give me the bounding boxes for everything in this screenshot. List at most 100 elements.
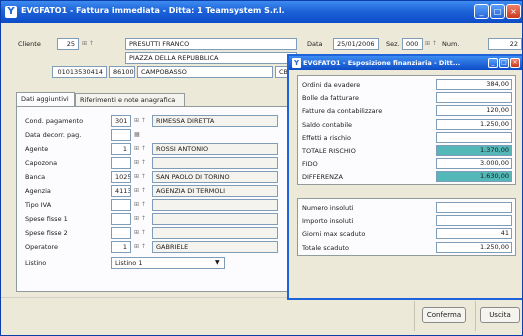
uscita-button[interactable]: Uscita: [480, 307, 520, 323]
lookup-icon[interactable]: ⊞ ↑: [134, 143, 146, 155]
desc-field-agente: ROSSI ANTONIO: [152, 143, 278, 155]
code-field-spese-fisse-1[interactable]: [111, 213, 131, 225]
city-field[interactable]: CAMPOBASSO: [137, 66, 273, 78]
calendar-icon[interactable]: ▦: [134, 129, 140, 141]
tab-dati-aggiuntivi[interactable]: Dati aggiuntivi: [16, 92, 75, 106]
row-bolle-da-fatturare: Bolle da fatturare: [298, 92, 515, 104]
label-fido: FIDO: [302, 160, 318, 169]
address-field[interactable]: PIAZZA DELLA REPUBBLICA: [125, 52, 297, 64]
popup-logo-icon: Y: [292, 58, 301, 68]
tab-riferimenti-note[interactable]: Riferimenti e note anagrafica: [75, 93, 185, 106]
data-label: Data: [307, 40, 323, 48]
value-saldo-contabile: 1.250,00: [436, 118, 512, 130]
label-importo-insoluti: Importo insoluti: [302, 217, 354, 226]
close-icon[interactable]: ×: [506, 4, 521, 19]
cliente-name-field[interactable]: PRESUTTI FRANCO: [125, 38, 297, 50]
label-giorni-max-scaduto: Giorni max scaduto: [302, 230, 366, 239]
numero-field[interactable]: 22: [488, 38, 522, 50]
minimize-icon[interactable]: _: [474, 4, 489, 19]
lookup-icon[interactable]: ⊞ ↑: [134, 157, 146, 169]
row-fido: FIDO 3.000,00: [298, 158, 515, 170]
desc-field-spese-fisse-1: [152, 213, 278, 225]
numero-label: Num.: [442, 40, 460, 48]
desc-field-banca: SAN PAOLO DI TORINO: [152, 171, 278, 183]
desc-field-agenzia: AGENZIA DI TERMOLI: [152, 185, 278, 197]
listino-select[interactable]: Listino 1: [111, 257, 225, 269]
esposizione-finanziaria-dialog: EVGFATO1 - Esposizione finanziaria - Dit…: [287, 54, 522, 300]
row-fatture-da-contabilizzare: Fatture da contabilizzare 120,00: [298, 105, 515, 117]
value-importo-insoluti: [436, 215, 512, 227]
lookup-icon[interactable]: ⊞ ↑: [134, 213, 146, 225]
label-cond-pagamento: Cond. pagamento: [25, 117, 84, 125]
value-numero-insoluti: [436, 202, 512, 213]
code-field-cond-pagamento[interactable]: 301: [111, 115, 131, 127]
row-differenza: DIFFERENZA 1.630,00: [298, 171, 515, 183]
main-window: Y EVGFATO1 - Fattura immediata - Ditta: …: [0, 0, 523, 336]
label-totale-scaduto: Totale scaduto: [302, 243, 349, 252]
label-totale-rischio: TOTALE RISCHIO: [302, 147, 356, 155]
label-ordini-da-evadere: Ordini da evadere: [302, 81, 361, 89]
code-field-operatore[interactable]: 1: [111, 241, 131, 253]
value-totale-rischio: 1.370,00: [436, 145, 512, 156]
label-spese-fisse-2: Spese fisse 2: [25, 229, 68, 237]
lookup-icon[interactable]: ⊞ ↑: [134, 115, 146, 127]
cliente-code-field[interactable]: 25: [57, 38, 79, 50]
label-operatore: Operatore: [25, 243, 58, 251]
sezione-field[interactable]: 000: [402, 38, 423, 50]
window-title: EVGFATO1 - Fattura immediata - Ditta: 1 …: [21, 6, 285, 15]
label-saldo-contabile: Saldo contabile: [302, 120, 353, 129]
code-field-capozona[interactable]: [111, 157, 131, 169]
value-differenza: 1.630,00: [436, 171, 512, 183]
row-giorni-max-scaduto: Giorni max scaduto 41: [298, 228, 515, 240]
sezione-label: Sez.: [386, 40, 400, 48]
insoluti-group: Numero insoluti Importo insoluti Giorni ma…: [297, 198, 516, 256]
label-differenza: DIFFERENZA: [302, 173, 343, 182]
maximize-icon[interactable]: □: [490, 4, 505, 19]
value-giorni-max-scaduto: 41: [436, 228, 512, 240]
popup-maximize-icon[interactable]: □: [499, 58, 509, 68]
title-bar: Y EVGFATO1 - Fattura immediata - Ditta: …: [1, 1, 522, 23]
lookup-icon[interactable]: ⊞ ↑: [134, 171, 146, 183]
value-ordini-da-evadere: 384,00: [436, 79, 512, 90]
divider: [475, 301, 476, 331]
code-field-spese-fisse-2[interactable]: [111, 227, 131, 239]
label-bolle-da-fatturare: Bolle da fatturare: [302, 94, 359, 103]
lookup-icon[interactable]: ⊞ ↑: [134, 185, 146, 197]
value-fatture-da-contabilizzare: 120,00: [436, 105, 512, 117]
label-spese-fisse-1: Spese fisse 1: [25, 215, 68, 223]
row-totale-rischio: TOTALE RISCHIO 1.370,00: [298, 145, 515, 157]
label-data-decorr-pag: Data decorr. pag.: [25, 131, 82, 139]
code-field-agente[interactable]: 1: [111, 143, 131, 155]
divider: [414, 301, 415, 331]
label-fatture-da-contabilizzare: Fatture da contabilizzare: [302, 107, 383, 116]
listino-value: Listino 1: [115, 259, 143, 267]
desc-field-spese-fisse-2: [152, 227, 278, 239]
cap-field[interactable]: 86100: [109, 66, 135, 78]
label-banca: Banca: [25, 173, 46, 181]
code-field-tipo-iva[interactable]: [111, 199, 131, 211]
popup-minimize-icon[interactable]: _: [488, 58, 498, 68]
label-effetti-a-rischio: Effetti a rischio: [302, 133, 351, 142]
listino-label: Listino: [25, 259, 47, 267]
label-capozona: Capozona: [25, 159, 58, 167]
cliente-label: Cliente: [18, 40, 41, 48]
chevron-down-icon[interactable]: ▼: [215, 259, 220, 266]
lookup-icon[interactable]: ⊞ ↑: [425, 38, 437, 50]
popup-close-icon[interactable]: ×: [510, 58, 520, 68]
piva-field[interactable]: 01013530414: [52, 66, 107, 78]
conferma-button[interactable]: Conferma: [422, 307, 466, 323]
code-field-data-decorr-pag[interactable]: [111, 129, 131, 141]
label-tipo-iva: Tipo IVA: [25, 201, 52, 209]
exposure-summary-group: Ordini da evadere 384,00 Bolle da fatturar…: [297, 75, 516, 185]
row-totale-scaduto: Totale scaduto 1.250,00: [298, 241, 515, 254]
lookup-icon[interactable]: ⊞ ↑: [82, 38, 94, 50]
app-logo-icon: Y: [5, 6, 17, 18]
code-field-agenzia[interactable]: 41130: [111, 185, 131, 197]
code-field-banca[interactable]: 1025: [111, 171, 131, 183]
lookup-icon[interactable]: ⊞ ↑: [134, 241, 146, 253]
value-fido: 3.000,00: [436, 158, 512, 170]
date-field[interactable]: 25/01/2006: [333, 38, 379, 50]
lookup-icon[interactable]: ⊞ ↑: [134, 227, 146, 239]
lookup-icon[interactable]: ⊞ ↑: [134, 199, 146, 211]
value-effetti-a-rischio: [436, 131, 512, 143]
